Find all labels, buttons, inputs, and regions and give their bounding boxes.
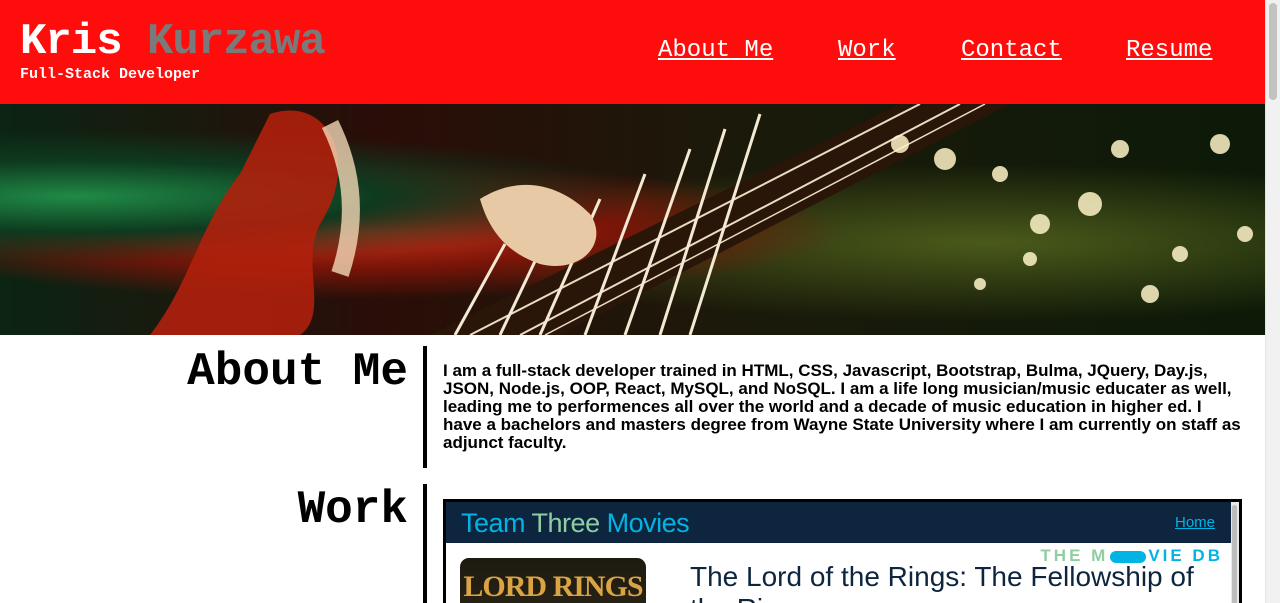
card-scrollbar[interactable]: [1231, 502, 1239, 603]
site-header: Kris Kurzawa Full-Stack Developer About …: [0, 0, 1265, 104]
nav-link-about-me[interactable]: About Me: [658, 37, 773, 65]
card-scrollbar-thumb[interactable]: [1232, 505, 1237, 603]
project-brand-part1: Team: [461, 508, 532, 538]
project-brand: Team Three Movies: [461, 507, 690, 539]
project-home-link[interactable]: Home: [1175, 514, 1215, 531]
site-tagline: Full-Stack Developer: [20, 66, 201, 83]
project-preview-card[interactable]: Team Three Movies Home LORD RINGS THE MV…: [443, 499, 1242, 603]
nav-link-resume[interactable]: Resume: [1126, 37, 1212, 65]
project-brand-part2: Three: [531, 508, 601, 538]
nav-link-contact[interactable]: Contact: [961, 37, 1062, 65]
poster-title: LORD RINGS: [463, 570, 643, 603]
scrollbar-thumb[interactable]: [1269, 3, 1277, 100]
work-divider: [423, 484, 427, 603]
first-name: Kris: [20, 17, 123, 67]
about-text: I am a full-stack developer trained in H…: [443, 361, 1241, 452]
project-brand-part3: Movies: [599, 508, 690, 538]
work-heading: Work: [297, 484, 408, 536]
page-scrollbar[interactable]: [1265, 0, 1280, 603]
last-name: Kurzawa: [147, 17, 326, 67]
nav-link-work[interactable]: Work: [838, 37, 896, 65]
guitar-photo-icon: [150, 104, 1253, 335]
site-title: Kris Kurzawa: [20, 17, 326, 67]
about-heading: About Me: [187, 346, 408, 398]
project-navbar: Team Three Movies Home: [446, 502, 1231, 543]
movie-title: The Lord of the Rings: The Fellowship of…: [690, 561, 1194, 603]
movie-poster: LORD RINGS: [460, 558, 646, 603]
hero-guitar-image: [0, 104, 1265, 335]
about-divider: [423, 346, 427, 468]
